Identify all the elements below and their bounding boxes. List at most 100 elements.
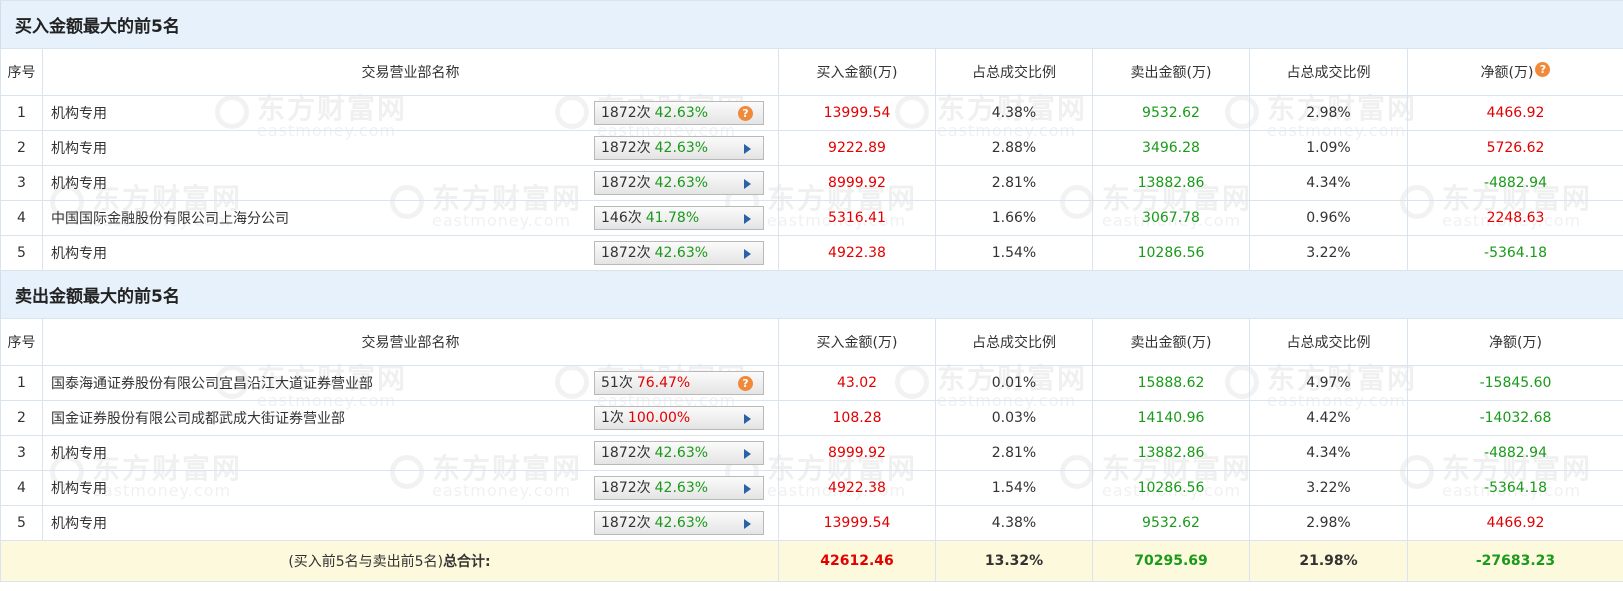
net-amount: -4882.94 (1406, 435, 1623, 471)
branch-name[interactable]: 机构专用 (51, 103, 107, 123)
row-index: 3 (0, 435, 43, 471)
lhb-table: 买入金额最大的前5名 序号 交易营业部名称 买入金额(万) 占总成交比例 卖出金… (0, 0, 1623, 582)
win-rate: 42.63% (654, 175, 709, 191)
history-stats-button[interactable]: 1872次 42.63% (594, 241, 764, 265)
win-rate: 42.63% (654, 140, 709, 156)
buy-amount: 108.28 (778, 400, 936, 436)
section-title: 卖出金额最大的前5名 (0, 270, 1623, 319)
buy-ratio: 2.88% (935, 130, 1093, 166)
branch-name[interactable]: 机构专用 (51, 478, 107, 498)
buy-amount: 8999.92 (778, 165, 936, 201)
branch-cell: 国泰海通证券股份有限公司宜昌沿江大道证券营业部 51次 76.47%? (42, 365, 779, 401)
col-header-net: 净额(万)? (1406, 48, 1623, 96)
buy-amount: 9222.89 (778, 130, 936, 166)
row-index: 4 (0, 200, 43, 236)
dragon-tiger-board: 东方财富网eastmoney.com 东方财富网eastmoney.com 东方… (0, 0, 1623, 591)
expand-arrow-icon[interactable] (744, 519, 751, 529)
branch-name[interactable]: 机构专用 (51, 173, 107, 193)
buy-ratio: 2.81% (935, 165, 1093, 201)
net-amount: -5364.18 (1406, 235, 1623, 271)
branch-name[interactable]: 国金证券股份有限公司成都武成大街证券营业部 (51, 408, 345, 428)
branch-cell: 机构专用 1872次 42.63% (42, 165, 779, 201)
history-stats-button[interactable]: 1872次 42.63% (594, 511, 764, 535)
expand-arrow-icon[interactable] (744, 414, 751, 424)
expand-arrow-icon[interactable] (744, 449, 751, 459)
branch-name[interactable]: 机构专用 (51, 243, 107, 263)
branch-name[interactable]: 国泰海通证券股份有限公司宜昌沿江大道证券营业部 (51, 373, 373, 393)
branch-cell: 机构专用 1872次 42.63% (42, 435, 779, 471)
list-times: 146次 (601, 210, 642, 226)
row-index: 3 (0, 165, 43, 201)
table-row: 5 机构专用 1872次 42.63% 4922.38 1.54% 10286.56 3.22… (0, 235, 1623, 271)
sell-section: 卖出金额最大的前5名 序号 交易营业部名称 买入金额(万) 占总成交比例 卖出金… (0, 270, 1623, 541)
col-header-index: 序号 (0, 48, 43, 96)
buy-ratio: 0.01% (935, 365, 1093, 401)
table-row: 1 国泰海通证券股份有限公司宜昌沿江大道证券营业部 51次 76.47%? 43.02 0… (0, 365, 1623, 401)
history-stats-button[interactable]: 1872次 42.63% (594, 136, 764, 160)
buy-amount: 43.02 (778, 365, 936, 401)
win-rate: 42.63% (654, 515, 709, 531)
list-times: 1次 (601, 410, 624, 426)
total-label: (买入前5名与卖出前5名)总合计: (0, 540, 779, 582)
win-rate: 42.63% (654, 480, 709, 496)
row-index: 5 (0, 505, 43, 541)
help-icon[interactable]: ? (738, 106, 753, 121)
col-header-net-label: 净额(万) (1480, 65, 1534, 81)
branch-cell: 国金证券股份有限公司成都武成大街证券营业部 1次 100.00% (42, 400, 779, 436)
sell-amount: 15888.62 (1092, 365, 1250, 401)
win-rate: 42.63% (654, 105, 709, 121)
sell-ratio: 4.42% (1249, 400, 1408, 436)
sell-amount: 10286.56 (1092, 235, 1250, 271)
branch-cell: 机构专用 1872次 42.63% (42, 470, 779, 506)
section-title: 买入金额最大的前5名 (0, 0, 1623, 49)
history-stats-button[interactable]: 1872次 42.63%? (594, 101, 764, 125)
expand-arrow-icon[interactable] (744, 484, 751, 494)
history-stats-button[interactable]: 146次 41.78% (594, 206, 764, 230)
help-icon[interactable]: ? (738, 376, 753, 391)
row-index: 1 (0, 95, 43, 131)
branch-cell: 机构专用 1872次 42.63%? (42, 95, 779, 131)
buy-amount: 13999.54 (778, 95, 936, 131)
sell-ratio: 4.97% (1249, 365, 1408, 401)
branch-name[interactable]: 机构专用 (51, 513, 107, 533)
help-icon[interactable]: ? (1535, 62, 1551, 77)
col-header-sell-pct: 占总成交比例 (1249, 318, 1408, 366)
branch-name[interactable]: 机构专用 (51, 443, 107, 463)
buy-amount: 4922.38 (778, 470, 936, 506)
net-amount: -14032.68 (1406, 400, 1623, 436)
branch-cell: 机构专用 1872次 42.63% (42, 235, 779, 271)
sell-ratio: 4.34% (1249, 165, 1408, 201)
expand-arrow-icon[interactable] (744, 249, 751, 259)
history-stats-button[interactable]: 51次 76.47%? (594, 371, 764, 395)
col-header-sell: 卖出金额(万) (1092, 48, 1250, 96)
expand-arrow-icon[interactable] (744, 144, 751, 154)
buy-ratio: 4.38% (935, 505, 1093, 541)
buy-amount: 13999.54 (778, 505, 936, 541)
buy-ratio: 2.81% (935, 435, 1093, 471)
table-row: 3 机构专用 1872次 42.63% 8999.92 2.81% 13882.86 4.34… (0, 435, 1623, 471)
branch-name[interactable]: 机构专用 (51, 138, 107, 158)
buy-amount: 4922.38 (778, 235, 936, 271)
history-stats-button[interactable]: 1872次 42.63% (594, 476, 764, 500)
buy-section: 买入金额最大的前5名 序号 交易营业部名称 买入金额(万) 占总成交比例 卖出金… (0, 0, 1623, 271)
expand-arrow-icon[interactable] (744, 214, 751, 224)
buy-ratio: 1.54% (935, 470, 1093, 506)
history-stats-button[interactable]: 1872次 42.63% (594, 441, 764, 465)
net-amount: 4466.92 (1406, 95, 1623, 131)
row-index: 1 (0, 365, 43, 401)
list-times: 1872次 (601, 445, 651, 461)
branch-name[interactable]: 中国国际金融股份有限公司上海分公司 (51, 208, 289, 228)
sell-ratio: 3.22% (1249, 470, 1408, 506)
branch-cell: 机构专用 1872次 42.63% (42, 130, 779, 166)
total-buy-pct: 13.32% (935, 540, 1093, 582)
history-stats-button[interactable]: 1次 100.00% (594, 406, 764, 430)
total-sell: 70295.69 (1092, 540, 1250, 582)
sell-amount: 10286.56 (1092, 470, 1250, 506)
total-label-prefix: (买入前5名与卖出前5名) (288, 554, 444, 570)
total-section: (买入前5名与卖出前5名)总合计: 42612.46 13.32% 70295.… (0, 540, 1623, 582)
list-times: 1872次 (601, 175, 651, 191)
expand-arrow-icon[interactable] (744, 179, 751, 189)
table-header: 序号 交易营业部名称 买入金额(万) 占总成交比例 卖出金额(万) 占总成交比例… (0, 318, 1623, 366)
row-index: 2 (0, 400, 43, 436)
history-stats-button[interactable]: 1872次 42.63% (594, 171, 764, 195)
